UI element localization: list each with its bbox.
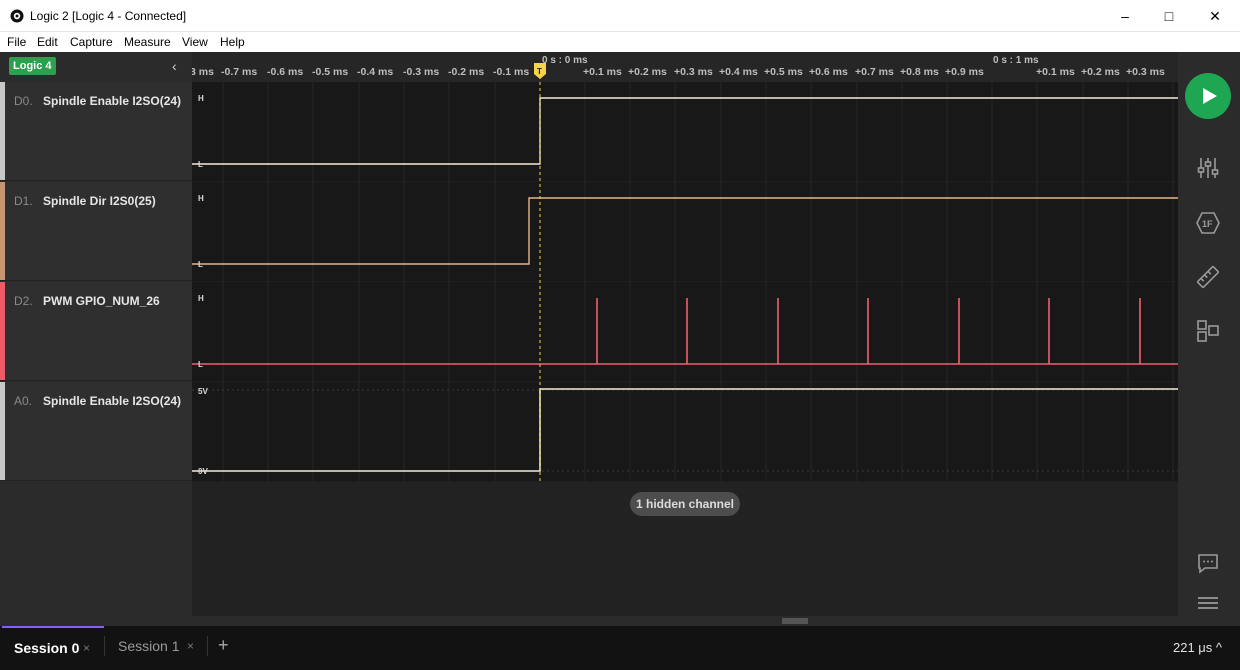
channel-row-d2[interactable]: D2. PWM GPIO_NUM_26 xyxy=(0,282,192,381)
minimize-button[interactable]: – xyxy=(1102,0,1148,32)
close-tab-icon[interactable]: × xyxy=(187,639,194,653)
tick-label: +0.2 ms xyxy=(1081,66,1120,78)
low-label: L xyxy=(198,360,203,369)
device-settings-icon[interactable] xyxy=(1195,155,1221,181)
start-capture-button[interactable] xyxy=(1185,73,1231,119)
tab-divider xyxy=(207,636,208,656)
analyzers-icon[interactable]: 1F xyxy=(1195,210,1221,236)
tick-label: -0.4 ms xyxy=(357,66,393,78)
channel-row-d0[interactable]: D0. Spindle Enable I2SO(24) xyxy=(0,82,192,181)
channel-color-strip xyxy=(0,82,5,180)
waveform-area[interactable]: H L H L H L 5V 0V 3 ms -0.7 ms -0.6 ms -… xyxy=(192,52,1178,626)
channel-sidebar: Logic 4 ‹ D0. Spindle Enable I2SO(24) D1… xyxy=(0,52,192,626)
device-badge[interactable]: Logic 4 xyxy=(9,57,56,75)
tab-session-1[interactable]: Session 1 × xyxy=(105,626,207,666)
tick-label: +0.1 ms xyxy=(1036,66,1075,78)
tick-label: 3 ms xyxy=(192,66,214,78)
channel-name[interactable]: Spindle Dir I2S0(25) xyxy=(43,194,156,208)
tick-label: +0.6 ms xyxy=(809,66,848,78)
measurements-ruler-icon[interactable] xyxy=(1195,264,1221,290)
channel-name[interactable]: Spindle Enable I2SO(24) xyxy=(43,394,181,408)
channel-color-strip xyxy=(0,382,5,480)
menu-measure[interactable]: Measure xyxy=(124,35,171,49)
menu-edit[interactable]: Edit xyxy=(37,35,58,49)
time-marker-1ms: 0 s : 1 ms xyxy=(993,55,1039,66)
low-label: L xyxy=(198,260,203,269)
channel-id: A0. xyxy=(14,394,33,408)
play-icon xyxy=(1203,88,1217,104)
channel-id: D1. xyxy=(14,194,33,208)
low-label: L xyxy=(198,160,203,169)
menu-hamburger-icon[interactable] xyxy=(1195,590,1221,616)
channel-name[interactable]: PWM GPIO_NUM_26 xyxy=(43,294,160,308)
svg-text:1F: 1F xyxy=(1202,219,1213,229)
logic-app-icon xyxy=(10,9,24,23)
tick-label: +0.2 ms xyxy=(628,66,667,78)
collapse-sidebar-icon[interactable]: ‹ xyxy=(172,58,177,74)
menu-bar: File Edit Capture Measure View Help xyxy=(0,32,1240,52)
tick-label: +0.3 ms xyxy=(674,66,713,78)
tick-label: +0.3 ms xyxy=(1126,66,1165,78)
trigger-label: T xyxy=(537,67,542,76)
tick-label: -0.6 ms xyxy=(267,66,303,78)
extensions-icon[interactable] xyxy=(1195,318,1221,344)
capture-duration-status[interactable]: 221 μs ^ xyxy=(1173,640,1222,655)
tick-label: +0.1 ms xyxy=(583,66,622,78)
title-bar: Logic 2 [Logic 4 - Connected] – □ ✕ xyxy=(0,0,1240,32)
maximize-button[interactable]: □ xyxy=(1146,0,1192,32)
high-label: H xyxy=(198,94,204,103)
menu-view[interactable]: View xyxy=(182,35,208,49)
tick-label: -0.5 ms xyxy=(312,66,348,78)
add-session-button[interactable]: + xyxy=(218,635,229,656)
time-marker-0ms: 0 s : 0 ms xyxy=(542,55,588,66)
channel-row-a0[interactable]: A0. Spindle Enable I2SO(24) xyxy=(0,382,192,481)
channel-id: D2. xyxy=(14,294,33,308)
menu-file[interactable]: File xyxy=(7,35,26,49)
channel-color-strip xyxy=(0,182,5,280)
voltage-0v-label: 0V xyxy=(198,467,208,476)
waveform-svg: H L H L H L 5V 0V 3 ms -0.7 ms -0.6 ms -… xyxy=(192,52,1178,626)
channel-id: D0. xyxy=(14,94,33,108)
tick-label: +0.9 ms xyxy=(945,66,984,78)
high-label: H xyxy=(198,194,204,203)
tick-label: -0.7 ms xyxy=(221,66,257,78)
close-button[interactable]: ✕ xyxy=(1192,0,1238,32)
channel-name[interactable]: Spindle Enable I2SO(24) xyxy=(43,94,181,108)
channel-color-strip xyxy=(0,282,5,380)
close-tab-icon[interactable]: × xyxy=(83,641,90,655)
tick-label: +0.5 ms xyxy=(764,66,803,78)
channel-row-d1[interactable]: D1. Spindle Dir I2S0(25) xyxy=(0,182,192,281)
window-title: Logic 2 [Logic 4 - Connected] xyxy=(30,9,187,23)
high-label: H xyxy=(198,294,204,303)
tab-session-0[interactable]: Session 0 × xyxy=(2,626,104,666)
tick-label: -0.2 ms xyxy=(448,66,484,78)
tab-label: Session 1 xyxy=(118,638,180,654)
voltage-5v-label: 5V xyxy=(198,387,208,396)
session-tab-bar: Session 0 × Session 1 × + 221 μs ^ xyxy=(0,626,1240,670)
tick-label: -0.3 ms xyxy=(403,66,439,78)
tick-label: -0.1 ms xyxy=(493,66,529,78)
right-toolbar: 1F xyxy=(1178,52,1240,626)
tick-label: +0.7 ms xyxy=(855,66,894,78)
menu-help[interactable]: Help xyxy=(220,35,245,49)
tab-label: Session 0 xyxy=(14,640,80,656)
hidden-channels-button[interactable]: 1 hidden channel xyxy=(630,492,740,516)
tick-label: +0.8 ms xyxy=(900,66,939,78)
menu-capture[interactable]: Capture xyxy=(70,35,113,49)
tick-label: +0.4 ms xyxy=(719,66,758,78)
feedback-chat-icon[interactable] xyxy=(1195,550,1221,576)
